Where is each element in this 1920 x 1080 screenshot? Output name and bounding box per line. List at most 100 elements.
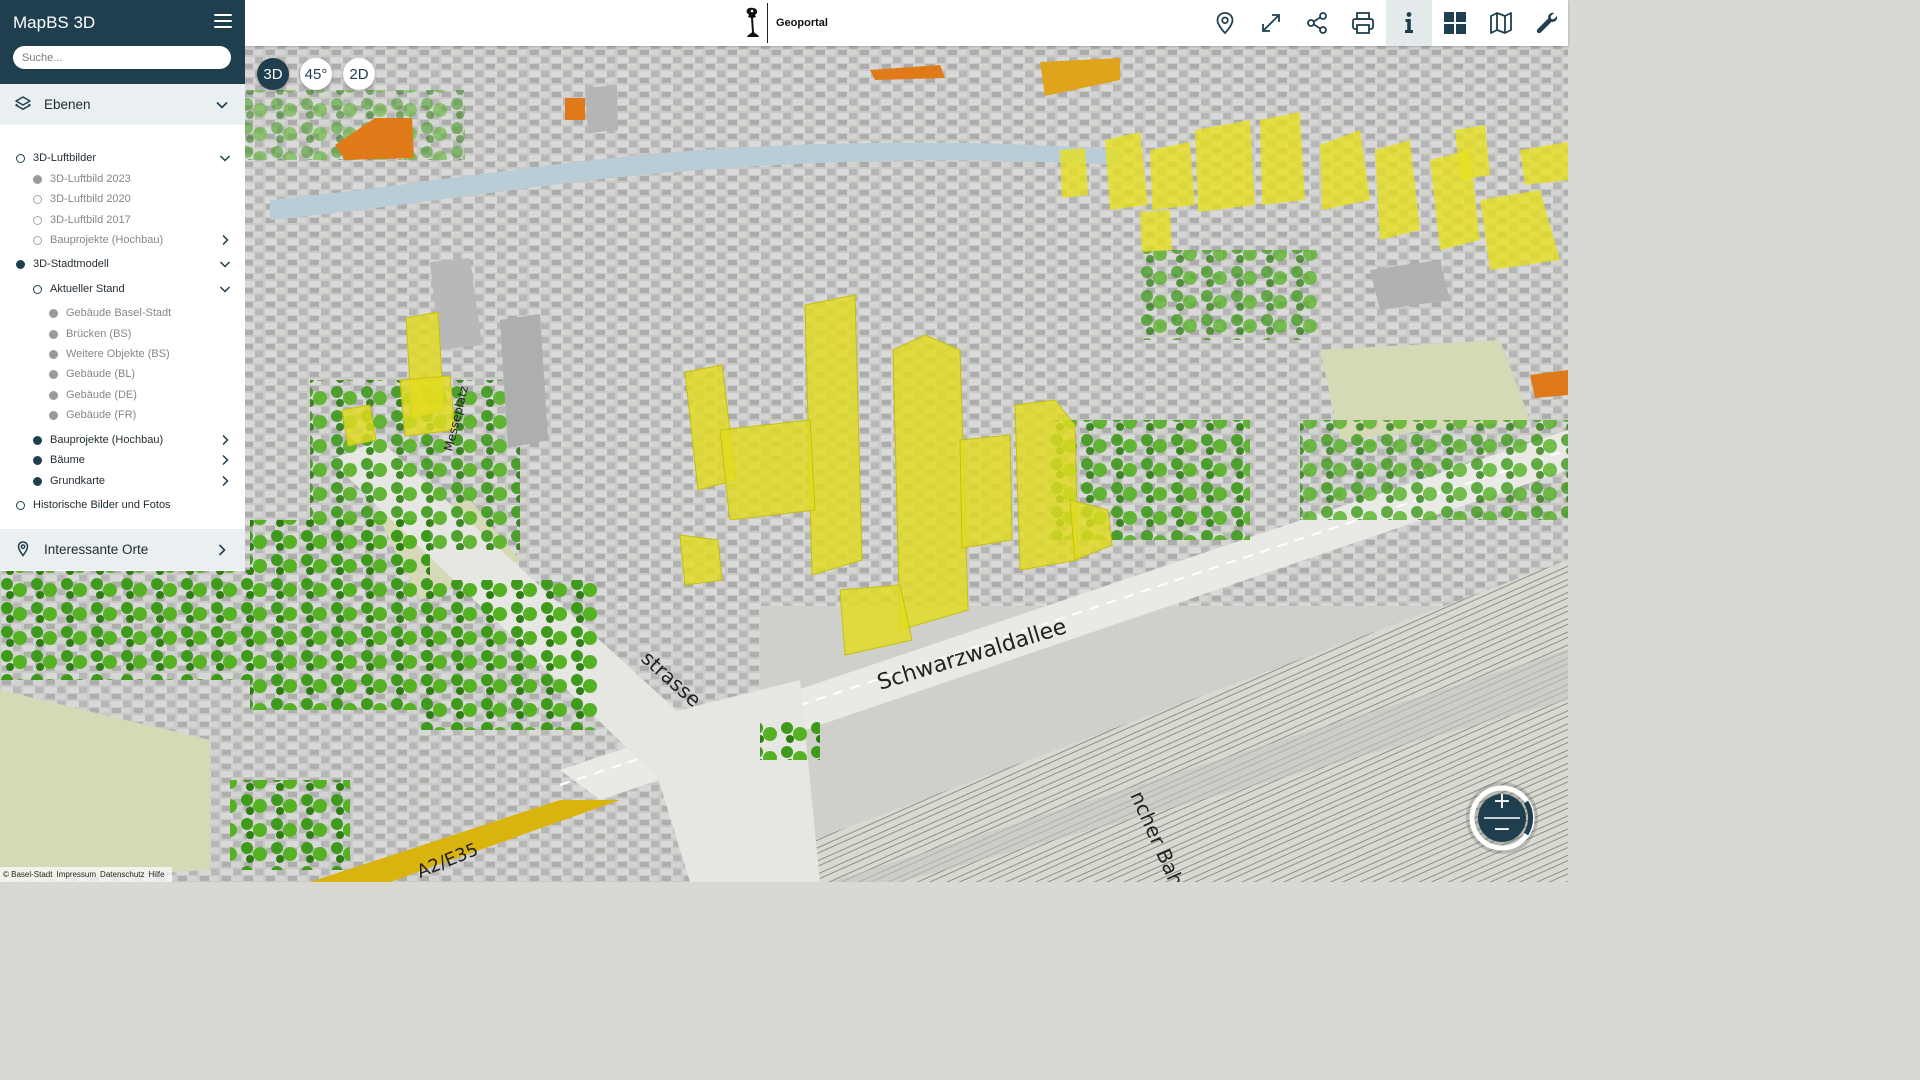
chevron-right-icon <box>218 543 226 556</box>
layer-item-label: Bauprojekte (Hochbau) <box>50 234 164 246</box>
layer-item[interactable]: Gebäude (BL) <box>49 365 135 383</box>
search-input[interactable] <box>13 46 231 69</box>
layer-item[interactable]: Bauprojekte (Hochbau) <box>33 231 163 249</box>
layer-toggle-radio[interactable] <box>16 153 25 163</box>
location-pin-icon <box>17 541 29 557</box>
zoom-out-button[interactable]: − <box>1490 818 1514 842</box>
layer-item-label: Historische Bilder und Fotos <box>33 499 171 511</box>
view-mode-3d-button[interactable]: 3D <box>257 58 289 90</box>
location-pin-button[interactable] <box>1202 0 1248 46</box>
layer-item[interactable]: Brücken (BS) <box>49 325 131 343</box>
footer-link-hilfe[interactable]: Hilfe <box>149 870 165 879</box>
section-places-label: Interessante Orte <box>44 542 149 557</box>
map-icon <box>1490 12 1512 34</box>
layer-toggle-radio[interactable] <box>16 259 25 269</box>
chevron-right-icon[interactable] <box>219 454 231 466</box>
share-icon <box>1307 12 1327 34</box>
section-places-header[interactable]: Interessante Orte <box>0 529 245 570</box>
layer-item[interactable]: Aktueller Stand <box>33 280 125 298</box>
view-mode-45-button[interactable]: 45° <box>300 58 332 90</box>
layer-item[interactable]: Weitere Objekte (BS) <box>49 345 170 363</box>
layer-item[interactable]: 3D-Luftbilder <box>16 149 96 167</box>
layer-toggle-radio[interactable] <box>33 235 42 245</box>
layer-item-label: 3D-Stadtmodell <box>33 258 109 270</box>
section-layers-header[interactable]: Ebenen <box>0 84 245 125</box>
fullscreen-button[interactable] <box>1248 0 1294 46</box>
baselstab-logo-icon <box>746 7 759 37</box>
footer-link-datenschutz[interactable]: Datenschutz <box>100 870 144 879</box>
layer-item-label: Brücken (BS) <box>66 328 132 340</box>
wrench-icon <box>1536 12 1558 34</box>
layer-item[interactable]: Gebäude (FR) <box>49 406 136 424</box>
hamburger-menu-icon[interactable] <box>214 14 232 30</box>
layer-item-label: Gebäude (FR) <box>66 409 137 421</box>
layer-item-label: 3D-Luftbilder <box>33 152 96 164</box>
layer-item-label: Aktueller Stand <box>50 283 125 295</box>
chevron-down-icon[interactable] <box>219 258 231 270</box>
brand-title: Geoportal <box>776 17 828 29</box>
chevron-right-icon[interactable] <box>219 434 231 446</box>
brand-divider <box>767 3 768 43</box>
share-button[interactable] <box>1294 0 1340 46</box>
layer-item[interactable]: 3D-Luftbild 2017 <box>33 211 131 229</box>
zoom-in-button[interactable]: + <box>1490 790 1514 814</box>
layer-toggle-radio[interactable] <box>49 410 58 420</box>
layer-tree: 3D-Luftbilder 3D-Luftbild 2023 3D-Luftbild… <box>0 125 245 529</box>
layer-item[interactable]: 3D-Luftbild 2020 <box>33 190 131 208</box>
brand: Geoportal <box>743 3 828 43</box>
themes-grid-button[interactable] <box>1432 0 1478 46</box>
expand-icon <box>1262 14 1280 32</box>
layer-toggle-radio[interactable] <box>33 435 42 445</box>
chevron-right-icon[interactable] <box>219 234 231 246</box>
layer-item-label: 3D-Luftbild 2017 <box>50 214 131 226</box>
chevron-down-icon[interactable] <box>219 152 231 164</box>
sidebar: MapBS 3D Ebenen 3D-Luftbilder3D-Luftbild… <box>0 0 245 571</box>
layer-toggle-radio[interactable] <box>49 349 58 359</box>
info-icon <box>1405 12 1413 33</box>
layer-toggle-radio[interactable] <box>49 308 58 318</box>
layer-item[interactable]: 3D-Luftbild 2023 <box>33 170 131 188</box>
app-title: MapBS 3D <box>13 13 96 32</box>
layer-toggle-radio[interactable] <box>49 369 58 379</box>
layer-item-label: Gebäude Basel-Stadt <box>66 307 172 319</box>
layer-item-label: Weitere Objekte (BS) <box>66 348 170 360</box>
layer-toggle-radio[interactable] <box>33 174 42 184</box>
footer: © Basel-Stadt Impressum Datenschutz Hilf… <box>0 867 172 882</box>
layer-item-label: 3D-Luftbild 2023 <box>50 173 131 185</box>
section-layers-label: Ebenen <box>44 97 91 112</box>
print-button[interactable] <box>1340 0 1386 46</box>
layer-item-label: Gebäude (DE) <box>66 389 137 401</box>
footer-link-impressum[interactable]: Impressum <box>56 870 96 879</box>
tools-button[interactable] <box>1524 0 1570 46</box>
layer-item[interactable]: 3D-Stadtmodell <box>16 255 109 273</box>
layer-item-label: Bäume <box>50 454 85 466</box>
layer-toggle-radio[interactable] <box>33 476 42 486</box>
view-mode-2d-button[interactable]: 2D <box>343 58 375 90</box>
chevron-down-icon <box>216 101 228 109</box>
layer-toggle-radio[interactable] <box>33 455 42 465</box>
chevron-right-icon[interactable] <box>219 475 231 487</box>
layer-item[interactable]: Bauprojekte (Hochbau) <box>33 431 163 449</box>
layer-item[interactable]: Gebäude (DE) <box>49 386 137 404</box>
basemap-button[interactable] <box>1478 0 1524 46</box>
layer-toggle-radio[interactable] <box>16 500 25 510</box>
layer-item[interactable]: Gebäude Basel-Stadt <box>49 304 171 322</box>
info-button[interactable] <box>1386 0 1432 46</box>
layers-icon <box>15 96 31 110</box>
layer-item[interactable]: Grundkarte <box>33 472 105 490</box>
layer-toggle-radio[interactable] <box>33 215 42 225</box>
layer-item-label: 3D-Luftbild 2020 <box>50 193 131 205</box>
layer-item-label: Gebäude (BL) <box>66 368 136 380</box>
chevron-down-icon[interactable] <box>219 283 231 295</box>
layer-toggle-radio[interactable] <box>33 194 42 204</box>
sidebar-header: MapBS 3D <box>0 0 245 84</box>
layer-item[interactable]: Historische Bilder und Fotos <box>16 496 171 514</box>
layer-item-label: Bauprojekte (Hochbau) <box>50 434 164 446</box>
layer-toggle-radio[interactable] <box>49 329 58 339</box>
layer-item-label: Grundkarte <box>50 475 106 487</box>
copyright-text: © Basel-Stadt <box>3 870 53 879</box>
grid-icon <box>1444 12 1466 34</box>
layer-toggle-radio[interactable] <box>33 284 42 294</box>
layer-toggle-radio[interactable] <box>49 390 58 400</box>
layer-item[interactable]: Bäume <box>33 451 85 469</box>
